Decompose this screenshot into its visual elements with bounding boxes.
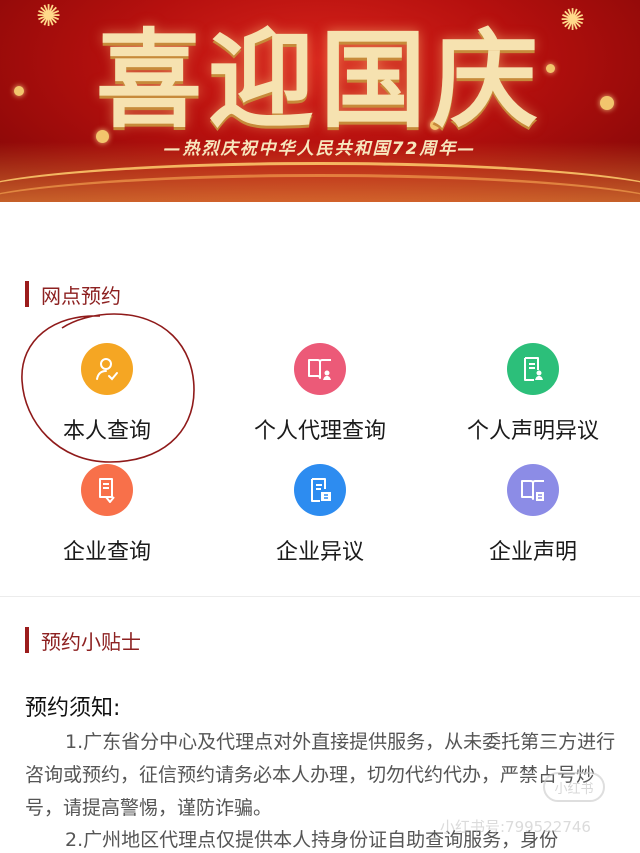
service-agent-query[interactable]: 个人代理查询 — [220, 343, 420, 445]
notice-paragraph: 1.广东省分中心及代理点对外直接提供服务，从未委托第三方进行咨询或预约，征信预约… — [25, 731, 616, 819]
person-check-icon — [81, 343, 133, 395]
watermark-logo: 小红书 — [543, 772, 605, 802]
section-divider — [0, 596, 640, 597]
document-person-icon — [507, 343, 559, 395]
section-header-tips: 预约小贴士 — [25, 626, 141, 654]
festival-banner: ✺ ✺ 喜迎国庆 —热烈庆祝中华人民共和国72周年— — [0, 0, 640, 202]
banner-title: 喜迎国庆 — [96, 17, 544, 142]
service-enterprise-query[interactable]: 企业查询 — [7, 464, 207, 566]
book-pen-icon — [81, 464, 133, 516]
service-enterprise-objection[interactable]: 企业异议 — [220, 464, 420, 566]
banner-subtitle: —热烈庆祝中华人民共和国72周年— — [163, 139, 477, 159]
service-label: 本人查询 — [62, 419, 151, 444]
service-label: 企业异议 — [275, 540, 364, 565]
service-enterprise-statement[interactable]: 企业声明 — [433, 464, 633, 566]
book-person-icon — [294, 343, 346, 395]
section-title: 网点预约 — [41, 283, 121, 308]
service-self-query[interactable]: 本人查询 — [7, 343, 207, 445]
notice-title: 预约须知: — [25, 696, 121, 721]
service-label: 个人代理查询 — [253, 419, 386, 444]
section-header-booking: 网点预约 — [25, 280, 121, 308]
section-title: 预约小贴士 — [41, 629, 141, 654]
service-label: 个人声明异议 — [466, 419, 599, 444]
service-personal-objection[interactable]: 个人声明异议 — [433, 343, 633, 445]
document-enterprise-icon — [294, 464, 346, 516]
service-label: 企业声明 — [488, 540, 577, 565]
section-accent-bar — [25, 627, 29, 653]
section-accent-bar — [25, 281, 29, 307]
service-label: 企业查询 — [62, 540, 151, 565]
watermark-text: 小红书号:799522746 — [440, 818, 591, 836]
book-enterprise-icon — [507, 464, 559, 516]
